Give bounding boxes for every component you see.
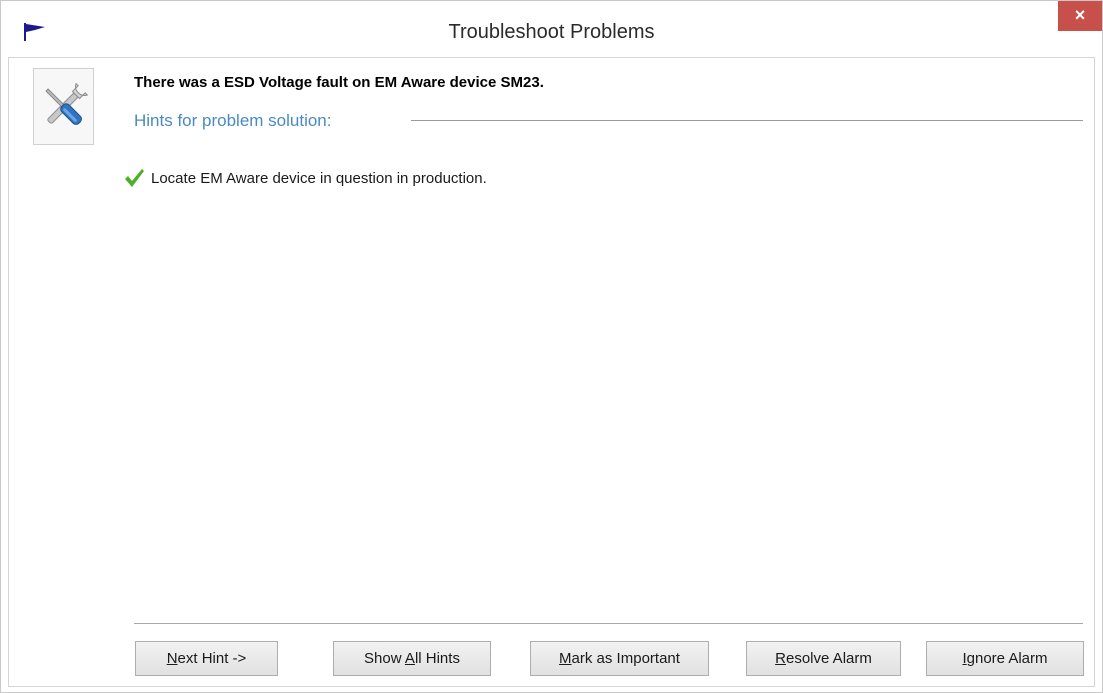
- next-hint-button[interactable]: Next Hint ->: [135, 641, 278, 676]
- fault-message: There was a ESD Voltage fault on EM Awar…: [134, 74, 544, 91]
- footer-divider: [134, 623, 1083, 624]
- next-hint-label: ext Hint ->: [177, 650, 247, 667]
- mark-important-button[interactable]: Mark as Important: [530, 641, 709, 676]
- show-all-hints-label-end: ll Hints: [414, 650, 460, 667]
- hints-heading: Hints for problem solution:: [134, 111, 332, 130]
- title-bar[interactable]: Troubleshoot Problems ×: [1, 1, 1102, 56]
- next-hint-mnemonic: N: [166, 650, 178, 667]
- show-all-hints-button[interactable]: Show All Hints: [333, 641, 491, 676]
- ignore-alarm-label: gnore Alarm: [966, 650, 1048, 667]
- hint-text: Locate EM Aware device in question in pr…: [151, 169, 487, 187]
- hints-divider: [411, 120, 1083, 121]
- content-panel: There was a ESD Voltage fault on EM Awar…: [8, 57, 1095, 687]
- show-all-hints-label-start: Show: [364, 650, 405, 667]
- tools-icon: [45, 82, 89, 125]
- hint-item: Locate EM Aware device in question in pr…: [123, 166, 487, 190]
- troubleshoot-window: Troubleshoot Problems × There was a ESD …: [0, 0, 1103, 693]
- window-title: Troubleshoot Problems: [448, 21, 655, 43]
- mark-important-mnemonic: M: [559, 650, 572, 667]
- ignore-alarm-button[interactable]: Ignore Alarm: [926, 641, 1084, 676]
- tools-icon-frame: [33, 68, 94, 145]
- resolve-alarm-button[interactable]: Resolve Alarm: [746, 641, 901, 676]
- show-all-hints-mnemonic: A: [404, 650, 415, 667]
- close-button[interactable]: ×: [1058, 1, 1102, 31]
- mark-important-label: ark as Important: [571, 650, 680, 667]
- checkmark-icon: [125, 169, 144, 187]
- resolve-alarm-mnemonic: R: [775, 650, 786, 667]
- resolve-alarm-label: esolve Alarm: [785, 650, 872, 667]
